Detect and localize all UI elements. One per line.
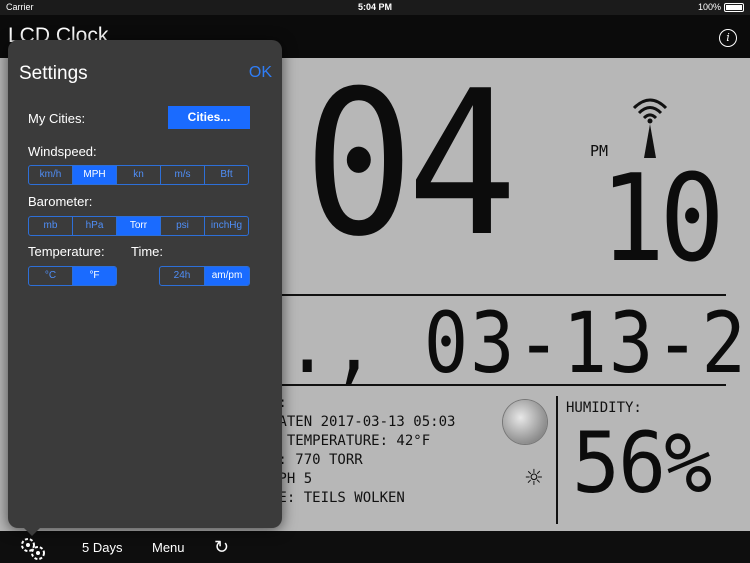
- barometer-option[interactable]: mb: [29, 217, 73, 235]
- temperature-segmented-control: °C °F: [28, 266, 117, 286]
- info-icon[interactable]: i: [719, 29, 737, 47]
- clock-seconds: 10: [600, 150, 725, 289]
- barometer-segmented-control: mb hPa Torr psi inchHg: [28, 216, 249, 236]
- time-format-label: Time:: [131, 244, 164, 259]
- status-bar: Carrier 5:04 PM 100%: [0, 0, 750, 15]
- time-format-option[interactable]: am/pm: [205, 267, 249, 285]
- status-time: 5:04 PM: [357, 2, 392, 12]
- barometer-label: Barometer:: [28, 194, 93, 209]
- five-days-tab[interactable]: 5 Days: [82, 540, 122, 555]
- temperature-option[interactable]: °C: [29, 267, 73, 285]
- battery-icon: [724, 2, 744, 12]
- time-format-option[interactable]: 24h: [160, 267, 205, 285]
- menu-tab[interactable]: Menu: [152, 540, 185, 555]
- windspeed-label: Windspeed:: [28, 144, 97, 159]
- radio-signal-icon: [632, 98, 668, 158]
- gears-icon[interactable]: [17, 534, 49, 562]
- weather-line: MPH 5: [270, 471, 313, 487]
- weather-info: R: DATEN 2017-03-13 05:03 L TEMPERATURE:…: [270, 394, 455, 508]
- time-format-segmented-control: 24h am/pm: [159, 266, 250, 286]
- weather-line: L TEMPERATURE: 42°F: [270, 433, 431, 449]
- my-cities-label: My Cities:: [28, 111, 86, 126]
- temperature-label: Temperature:: [28, 244, 105, 259]
- battery-percent: 100%: [697, 2, 721, 12]
- weather-line: E: 770 TORR: [270, 452, 363, 468]
- refresh-icon[interactable]: ↻: [214, 538, 229, 556]
- battery-status: 100%: [698, 2, 744, 12]
- sun-icon: ☼: [524, 466, 544, 491]
- cities-button[interactable]: Cities...: [168, 106, 250, 129]
- windspeed-option[interactable]: Bft: [205, 166, 248, 184]
- windspeed-option[interactable]: MPH: [73, 166, 117, 184]
- windspeed-segmented-control: km/h MPH kn m/s Bft: [28, 165, 249, 185]
- temperature-option[interactable]: °F: [73, 267, 116, 285]
- barometer-option[interactable]: hPa: [73, 217, 117, 235]
- barometer-option[interactable]: inchHg: [205, 217, 248, 235]
- windspeed-option[interactable]: km/h: [29, 166, 73, 184]
- tab-bar: 5 Days Menu ↻: [0, 531, 750, 563]
- popover-arrow: [24, 528, 40, 536]
- date-display: ., 03-13-2017: [285, 294, 750, 392]
- settings-popover: Settings OK My Cities: Cities... Windspe…: [8, 40, 282, 528]
- weather-line: DE: TEILS WOLKEN: [270, 490, 405, 506]
- barometer-option[interactable]: psi: [161, 217, 205, 235]
- windspeed-option[interactable]: m/s: [161, 166, 205, 184]
- divider: [270, 384, 726, 386]
- weather-line: R:: [270, 394, 455, 413]
- barometer-option[interactable]: Torr: [117, 217, 161, 235]
- windspeed-option[interactable]: kn: [117, 166, 161, 184]
- humidity-value: 56%: [572, 414, 712, 512]
- settings-title: Settings: [19, 63, 88, 84]
- weather-line: DATEN 2017-03-13 05:03: [270, 414, 456, 430]
- divider: [556, 396, 558, 524]
- ok-button[interactable]: OK: [249, 64, 272, 82]
- moon-phase-icon: [503, 400, 547, 444]
